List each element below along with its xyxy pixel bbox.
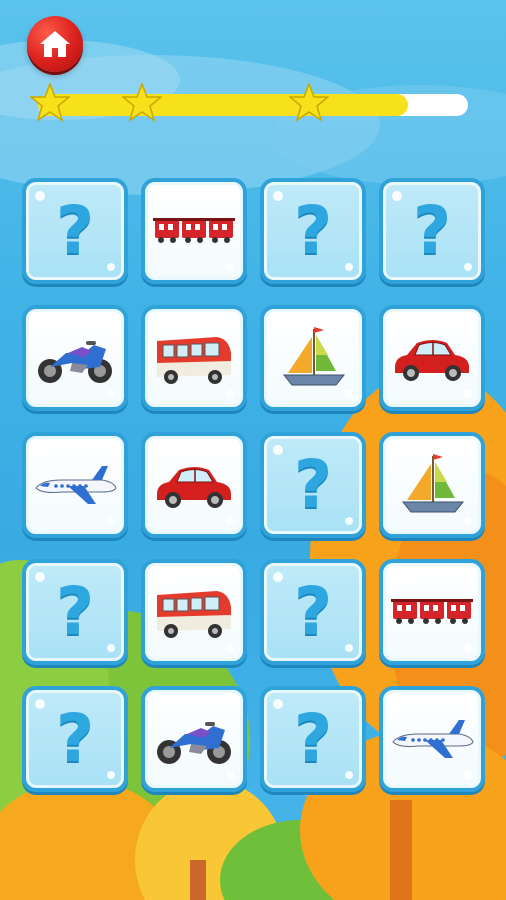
card-airplane[interactable] xyxy=(379,686,485,792)
motorcycle-icon xyxy=(38,341,112,383)
card-shine xyxy=(464,644,472,652)
question-mark-icon: ? xyxy=(293,446,333,523)
card-shine xyxy=(464,517,472,525)
card-shine xyxy=(345,390,353,398)
card-shine xyxy=(35,699,45,709)
airplane-icon xyxy=(35,466,117,504)
card-shine xyxy=(392,699,402,709)
card-shine xyxy=(154,191,164,201)
card-shine xyxy=(226,644,234,652)
card-shine xyxy=(35,445,45,455)
card-shine xyxy=(345,263,353,271)
star-icon xyxy=(289,82,329,122)
card-car[interactable] xyxy=(141,432,247,538)
card-shine xyxy=(226,517,234,525)
card-airplane[interactable] xyxy=(22,432,128,538)
card-hidden[interactable]: ? xyxy=(260,559,366,665)
card-shine xyxy=(345,771,353,779)
card-shine xyxy=(273,699,283,709)
question-mark-icon: ? xyxy=(412,192,452,269)
card-hidden[interactable]: ? xyxy=(22,559,128,665)
card-bus[interactable] xyxy=(141,559,247,665)
card-shine xyxy=(35,318,45,328)
card-shine xyxy=(464,390,472,398)
card-shine xyxy=(107,263,115,271)
card-shine xyxy=(273,318,283,328)
question-mark-icon: ? xyxy=(55,700,95,777)
card-shine xyxy=(392,191,402,201)
card-shine xyxy=(273,191,283,201)
bus-icon xyxy=(157,591,231,638)
card-sailboat[interactable] xyxy=(260,305,366,411)
card-hidden[interactable]: ? xyxy=(379,178,485,284)
card-shine xyxy=(345,517,353,525)
card-hidden[interactable]: ? xyxy=(22,178,128,284)
motorcycle-icon xyxy=(157,722,231,764)
card-shine xyxy=(226,771,234,779)
car-icon xyxy=(395,340,469,381)
card-shine xyxy=(226,390,234,398)
bus-icon xyxy=(157,337,231,384)
card-train[interactable] xyxy=(379,559,485,665)
card-hidden[interactable]: ? xyxy=(260,432,366,538)
card-shine xyxy=(464,771,472,779)
progress-bar xyxy=(38,94,468,116)
card-grid: ? ?? ? ? ? ? ? xyxy=(22,178,486,792)
card-shine xyxy=(154,445,164,455)
progress-fill xyxy=(38,94,408,116)
card-hidden[interactable]: ? xyxy=(260,686,366,792)
home-button[interactable] xyxy=(27,16,83,72)
sailboat-icon xyxy=(401,454,465,513)
card-shine xyxy=(392,572,402,582)
question-mark-icon: ? xyxy=(55,192,95,269)
card-shine xyxy=(154,572,164,582)
question-mark-icon: ? xyxy=(293,192,333,269)
train-icon xyxy=(153,218,235,243)
question-mark-icon: ? xyxy=(293,573,333,650)
card-motorcycle[interactable] xyxy=(141,686,247,792)
card-shine xyxy=(107,644,115,652)
car-icon xyxy=(157,467,231,508)
train-icon xyxy=(391,599,473,624)
card-shine xyxy=(154,318,164,328)
card-shine xyxy=(273,445,283,455)
card-hidden[interactable]: ? xyxy=(260,178,366,284)
star-icon xyxy=(30,82,70,122)
card-bus[interactable] xyxy=(141,305,247,411)
card-shine xyxy=(107,517,115,525)
card-motorcycle[interactable] xyxy=(22,305,128,411)
card-shine xyxy=(345,644,353,652)
airplane-icon xyxy=(392,720,474,758)
home-icon xyxy=(40,31,70,57)
card-shine xyxy=(107,390,115,398)
card-shine xyxy=(226,263,234,271)
card-train[interactable] xyxy=(141,178,247,284)
card-shine xyxy=(464,263,472,271)
card-shine xyxy=(392,445,402,455)
card-shine xyxy=(35,191,45,201)
question-mark-icon: ? xyxy=(55,573,95,650)
star-icon xyxy=(122,82,162,122)
card-shine xyxy=(35,572,45,582)
card-car[interactable] xyxy=(379,305,485,411)
card-shine xyxy=(273,572,283,582)
card-shine xyxy=(154,699,164,709)
question-mark-icon: ? xyxy=(293,700,333,777)
card-shine xyxy=(392,318,402,328)
card-hidden[interactable]: ? xyxy=(22,686,128,792)
card-sailboat[interactable] xyxy=(379,432,485,538)
card-shine xyxy=(107,771,115,779)
sailboat-icon xyxy=(282,327,346,386)
